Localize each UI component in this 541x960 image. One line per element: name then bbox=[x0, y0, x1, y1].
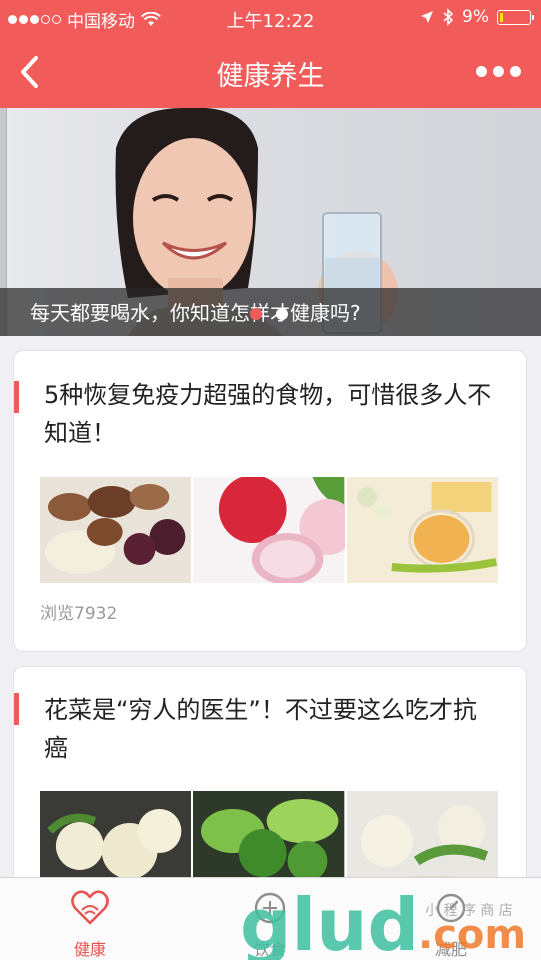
article-card[interactable]: 花菜是“穷人的医生”！不过要这么吃才抗癌 bbox=[13, 666, 527, 896]
battery-fill bbox=[500, 12, 503, 22]
banner-page-dot[interactable] bbox=[250, 308, 262, 320]
banner-carousel[interactable]: 每天都要喝水，你知道怎样才健康吗? bbox=[0, 108, 541, 336]
bluetooth-icon bbox=[443, 8, 454, 26]
article-thumbnails bbox=[40, 477, 498, 583]
battery-percent: 9% bbox=[462, 7, 489, 27]
tab-health[interactable]: 健康 bbox=[0, 878, 180, 960]
tab-health-label: 健康 bbox=[73, 940, 106, 959]
radish-image bbox=[193, 477, 345, 583]
banner-caption: 每天都要喝水，你知道怎样才健康吗? bbox=[30, 301, 361, 325]
article-title[interactable]: 花菜是“穷人的医生”！不过要这么吃才抗癌 bbox=[44, 691, 500, 767]
mushroom-vegetables-image bbox=[40, 477, 192, 583]
article-title[interactable]: 5种恢复免疫力超强的食物，可惜很多人不知道！ bbox=[44, 376, 500, 452]
battery-icon bbox=[497, 9, 534, 25]
heart-icon bbox=[71, 890, 109, 925]
page-title: 健康养生 bbox=[216, 61, 325, 92]
svg-text:小 程 序 商 店: 小 程 序 商 店 bbox=[425, 903, 513, 919]
banner-page-dot[interactable] bbox=[276, 308, 288, 320]
honey-tea-image bbox=[346, 477, 498, 583]
card-accent-marker bbox=[14, 381, 19, 413]
article-view-count: 浏览7932 bbox=[40, 604, 118, 624]
banner-page-indicator bbox=[250, 308, 288, 320]
more-options-icon[interactable] bbox=[476, 66, 521, 77]
article-card[interactable]: 5种恢复免疫力超强的食物，可惜很多人不知道！ 浏览7932 bbox=[13, 350, 527, 652]
card-accent-marker bbox=[14, 693, 19, 725]
status-bar: 中国移动 上午12:22 9% bbox=[0, 0, 541, 36]
svg-text:glud: glud bbox=[240, 883, 419, 960]
location-arrow-icon bbox=[421, 11, 434, 23]
status-right: 9% bbox=[420, 7, 534, 27]
glud-watermark-logo: glud .com 小 程 序 商 店 bbox=[240, 883, 526, 960]
nav-bar: 健康养生 bbox=[0, 36, 541, 108]
